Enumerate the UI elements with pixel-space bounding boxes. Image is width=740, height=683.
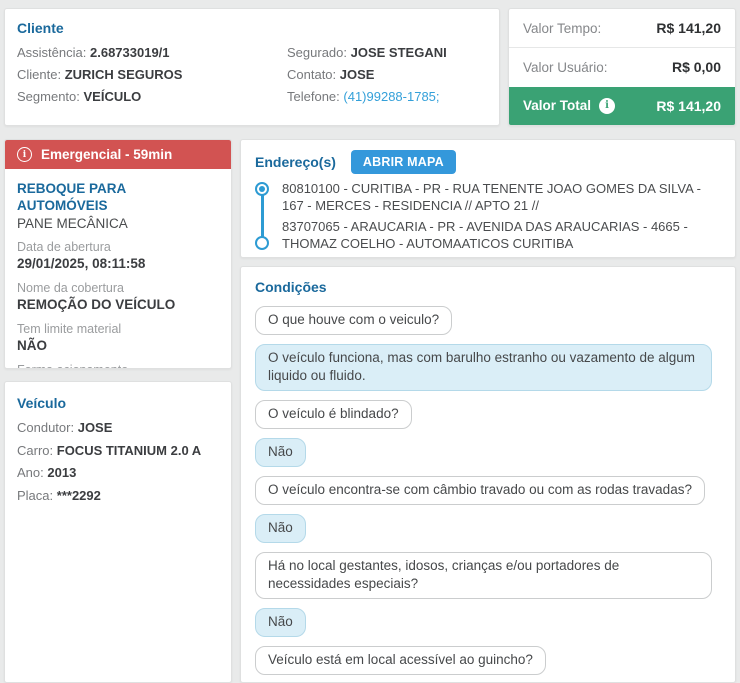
assistance-value: 2.68733019/1 [90, 45, 170, 60]
material-limit-value: NÃO [17, 337, 219, 354]
client-column-left: Assistência: 2.68733019/1 Cliente: ZURIC… [17, 42, 287, 108]
vehicle-card: Veículo Condutor: JOSE Carro: FOCUS TITA… [4, 381, 232, 683]
addresses-timeline: 80810100 - CURITIBA - PR - RUA TENENTE J… [255, 181, 721, 252]
origin-address-text: 80810100 - CURITIBA - PR - RUA TENENTE J… [282, 181, 721, 214]
opening-date-value: 29/01/2025, 08:11:58 [17, 255, 219, 272]
info-icon [17, 147, 32, 162]
valor-tempo-value: R$ 141,20 [656, 20, 721, 36]
client-field: Cliente: ZURICH SEGUROS [17, 64, 287, 86]
answer-bubble: O veículo funciona, mas com barulho estr… [255, 344, 712, 391]
opening-date-label: Data de abertura [17, 240, 219, 255]
valor-tempo-label: Valor Tempo: [523, 21, 601, 36]
contact-label: Contato: [287, 67, 336, 82]
vehicle-card-title: Veículo [17, 395, 219, 411]
contact-field: Contato: JOSE [287, 64, 487, 86]
answer-bubble: Não [255, 608, 306, 637]
coverage-name-label: Nome da cobertura [17, 281, 219, 296]
driver-label: Condutor: [17, 420, 74, 435]
client-columns: Assistência: 2.68733019/1 Cliente: ZURIC… [17, 42, 487, 108]
insured-label: Segurado: [287, 45, 347, 60]
phone-link[interactable]: (41)99288-1785; [343, 89, 439, 104]
coverage-name-value: REMOÇÃO DO VEÍCULO [17, 296, 219, 313]
client-card-title: Cliente [17, 20, 487, 36]
material-limit-label: Tem limite material [17, 322, 219, 337]
driver-field: Condutor: JOSE [17, 417, 219, 440]
valor-tempo-row: Valor Tempo: R$ 141,20 [509, 9, 735, 47]
top-row: Cliente Assistência: 2.68733019/1 Client… [4, 8, 736, 126]
service-card: Emergencial - 59min REBOQUE PARA AUTOMÓV… [4, 139, 232, 369]
segment-label: Segmento: [17, 89, 80, 104]
addresses-card: Endereço(s) ABRIR MAPA 80810100 - CURITI… [240, 139, 736, 258]
client-card: Cliente Assistência: 2.68733019/1 Client… [4, 8, 500, 126]
material-limit-detail: Tem limite material NÃO [17, 322, 219, 354]
plate-value: ***2292 [57, 488, 101, 503]
origin-address-item: 80810100 - CURITIBA - PR - RUA TENENTE J… [255, 181, 721, 214]
plate-label: Placa: [17, 488, 53, 503]
emergency-title: Emergencial - 59min [41, 147, 172, 162]
activation-mode-label: Forma acionamento [17, 363, 219, 369]
phone-label: Telefone: [287, 89, 340, 104]
car-field: Carro: FOCUS TITANIUM 2.0 A [17, 440, 219, 463]
valor-total-row: Valor Total R$ 141,20 [509, 87, 735, 125]
segment-field: Segmento: VEÍCULO [17, 86, 287, 108]
service-name: REBOQUE PARA AUTOMÓVEIS [17, 180, 219, 214]
car-value: FOCUS TITANIUM 2.0 A [57, 443, 201, 458]
segment-value: VEÍCULO [84, 89, 142, 104]
info-icon[interactable] [599, 98, 615, 114]
assistance-field: Assistência: 2.68733019/1 [17, 42, 287, 64]
service-type: PANE MECÂNICA [17, 216, 219, 231]
main-row: Emergencial - 59min REBOQUE PARA AUTOMÓV… [4, 139, 736, 683]
assistance-detail-page: Cliente Assistência: 2.68733019/1 Client… [0, 0, 740, 683]
year-field: Ano: 2013 [17, 462, 219, 485]
contact-value: JOSE [340, 67, 375, 82]
client-label: Cliente: [17, 67, 61, 82]
right-column: Endereço(s) ABRIR MAPA 80810100 - CURITI… [240, 139, 736, 683]
conditions-title: Condições [255, 279, 721, 295]
open-map-button[interactable]: ABRIR MAPA [351, 150, 456, 174]
question-bubble: O veículo é blindado? [255, 400, 412, 429]
assistance-label: Assistência: [17, 45, 86, 60]
answer-bubble: Não [255, 438, 306, 467]
valor-total-label: Valor Total [523, 98, 591, 113]
conditions-card: Condições O que houve com o veiculo? O v… [240, 266, 736, 683]
destination-address-item: 83707065 - ARAUCARIA - PR - AVENIDA DAS … [255, 219, 721, 252]
service-body: REBOQUE PARA AUTOMÓVEIS PANE MECÂNICA Da… [5, 169, 231, 369]
valor-usuario-row: Valor Usuário: R$ 0,00 [509, 47, 735, 86]
valor-usuario-label: Valor Usuário: [523, 60, 608, 75]
driver-value: JOSE [78, 420, 113, 435]
activation-mode-detail: Forma acionamento GPS [17, 363, 219, 369]
destination-dot-icon [255, 236, 269, 250]
totals-card: Valor Tempo: R$ 141,20 Valor Usuário: R$… [508, 8, 736, 126]
coverage-name-detail: Nome da cobertura REMOÇÃO DO VEÍCULO [17, 281, 219, 313]
valor-usuario-value: R$ 0,00 [672, 59, 721, 75]
question-bubble: O veículo encontra-se com câmbio travado… [255, 476, 705, 505]
phone-field: Telefone: (41)99288-1785; [287, 86, 487, 108]
car-label: Carro: [17, 443, 53, 458]
addresses-header: Endereço(s) ABRIR MAPA [255, 150, 721, 174]
origin-dot-icon [255, 182, 269, 196]
insured-field: Segurado: JOSE STEGANI [287, 42, 487, 64]
destination-address-text: 83707065 - ARAUCARIA - PR - AVENIDA DAS … [282, 219, 721, 252]
question-bubble: O que houve com o veiculo? [255, 306, 452, 335]
plate-field: Placa: ***2292 [17, 485, 219, 508]
year-label: Ano: [17, 465, 44, 480]
addresses-title: Endereço(s) [255, 154, 336, 170]
client-value: ZURICH SEGUROS [65, 67, 183, 82]
valor-total-value: R$ 141,20 [656, 98, 721, 114]
insured-value: JOSE STEGANI [351, 45, 447, 60]
question-bubble: Veículo está em local acessível ao guinc… [255, 646, 546, 675]
year-value: 2013 [47, 465, 76, 480]
client-column-right: Segurado: JOSE STEGANI Contato: JOSE Tel… [287, 42, 487, 108]
question-bubble: Há no local gestantes, idosos, crianças … [255, 552, 712, 599]
left-column: Emergencial - 59min REBOQUE PARA AUTOMÓV… [4, 139, 232, 683]
emergency-header: Emergencial - 59min [5, 140, 231, 169]
opening-date-detail: Data de abertura 29/01/2025, 08:11:58 [17, 240, 219, 272]
answer-bubble: Não [255, 514, 306, 543]
